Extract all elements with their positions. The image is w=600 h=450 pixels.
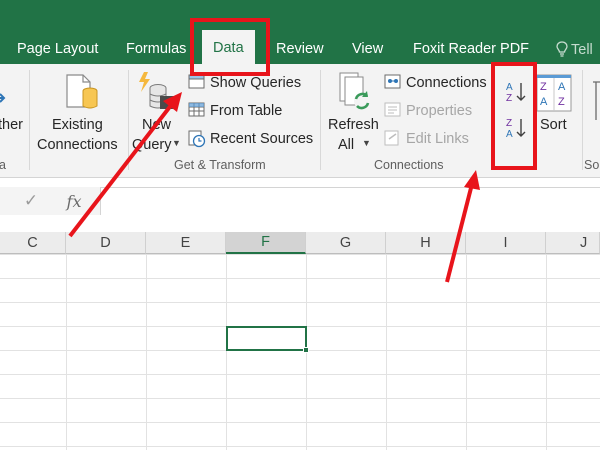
sort-az-bottom-letter: Z — [506, 93, 512, 104]
edit-links-label: Edit Links — [406, 131, 469, 147]
group-label-connections: Connections — [374, 158, 444, 172]
existing-connections-line2: Connections — [37, 137, 118, 153]
column-header-j[interactable]: J — [546, 232, 600, 254]
column-header-f[interactable]: F — [226, 232, 306, 254]
group-label-get-transform: Get & Transform — [174, 158, 266, 172]
edit-links-icon — [384, 130, 399, 146]
column-header-e[interactable]: E — [146, 232, 226, 254]
new-query-line1: New — [142, 117, 172, 133]
sort-descending-icon: Z A — [506, 118, 526, 140]
worksheet-grid[interactable] — [0, 254, 600, 450]
refresh-all-line2: All — [338, 137, 355, 153]
sort-label: Sort — [540, 117, 567, 133]
enter-check-icon[interactable]: ✓ — [18, 187, 44, 215]
existing-connections-icon — [66, 74, 98, 109]
group-label-sort-filter: So — [584, 158, 600, 172]
group-divider — [128, 70, 129, 170]
refresh-all-line1: Refresh — [328, 117, 379, 133]
fill-handle[interactable] — [303, 347, 309, 353]
existing-connections-line1: Existing — [52, 117, 103, 133]
formula-bar-area: ✓ fx — [0, 179, 600, 232]
tab-view[interactable]: View — [352, 41, 383, 57]
sort-dialog-letter-tr: A — [558, 81, 566, 93]
column-header-d[interactable]: D — [66, 232, 146, 254]
new-query-dropdown-icon: ▼ — [172, 138, 181, 148]
tab-foxit-reader-pdf[interactable]: Foxit Reader PDF — [413, 41, 529, 57]
new-query-line2: Query — [132, 137, 172, 153]
clock-icon — [188, 130, 206, 148]
sort-dialog-letter-bl: A — [540, 96, 548, 108]
new-query-icon — [139, 72, 174, 109]
lightbulb-icon — [556, 41, 568, 57]
properties-label: Properties — [406, 103, 473, 119]
connections-label: Connections — [406, 75, 487, 91]
group-divider — [320, 70, 321, 170]
refresh-all-dropdown-icon: ▼ — [362, 138, 371, 148]
sort-dialog-letter-br: Z — [558, 96, 565, 108]
tab-data[interactable]: Data — [202, 30, 255, 64]
active-cell[interactable] — [226, 326, 309, 353]
tell-me-search[interactable]: Tell — [556, 41, 593, 58]
properties-icon — [384, 102, 401, 117]
tab-formulas[interactable]: Formulas — [126, 41, 186, 57]
column-header-h[interactable]: H — [386, 232, 466, 254]
tell-me-label: Tell — [571, 42, 593, 58]
get-external-data-label: ther — [0, 117, 23, 133]
tab-review[interactable]: Review — [276, 41, 324, 57]
column-header-c[interactable]: C — [0, 232, 66, 254]
group-divider — [29, 70, 30, 170]
filter-icon-partial[interactable] — [593, 80, 600, 132]
show-queries-label: Show Queries — [210, 75, 302, 91]
ribbon-tab-bar: Page Layout Formulas Data Review View Fo… — [0, 0, 600, 64]
formula-input[interactable] — [100, 187, 600, 215]
sort-az-top-letter: A — [506, 82, 513, 93]
insert-function-button[interactable]: fx — [60, 187, 88, 215]
sort-ascending-icon: A Z — [506, 82, 526, 104]
show-queries-icon — [188, 74, 205, 89]
sort-dialog-icon: Z A A Z — [536, 74, 572, 112]
sort-za-top-letter: Z — [506, 118, 512, 129]
sort-za-bottom-letter: A — [506, 129, 513, 140]
sort-dialog-letter-tl: Z — [540, 81, 547, 93]
recent-sources-label: Recent Sources — [210, 131, 314, 147]
column-header-g[interactable]: G — [306, 232, 386, 254]
connections-icon — [384, 74, 401, 89]
refresh-icon — [339, 72, 370, 110]
from-table-label: From Table — [210, 103, 283, 119]
group-label-get-external: a — [0, 158, 6, 172]
ribbon-data: ther a Existing Connections New Query ▼ — [0, 64, 600, 178]
table-icon — [188, 102, 205, 117]
group-divider — [582, 70, 583, 170]
arrow-icon — [0, 93, 6, 103]
group-divider — [492, 70, 493, 170]
tab-page-layout[interactable]: Page Layout — [17, 41, 98, 57]
column-header-i[interactable]: I — [466, 232, 546, 254]
